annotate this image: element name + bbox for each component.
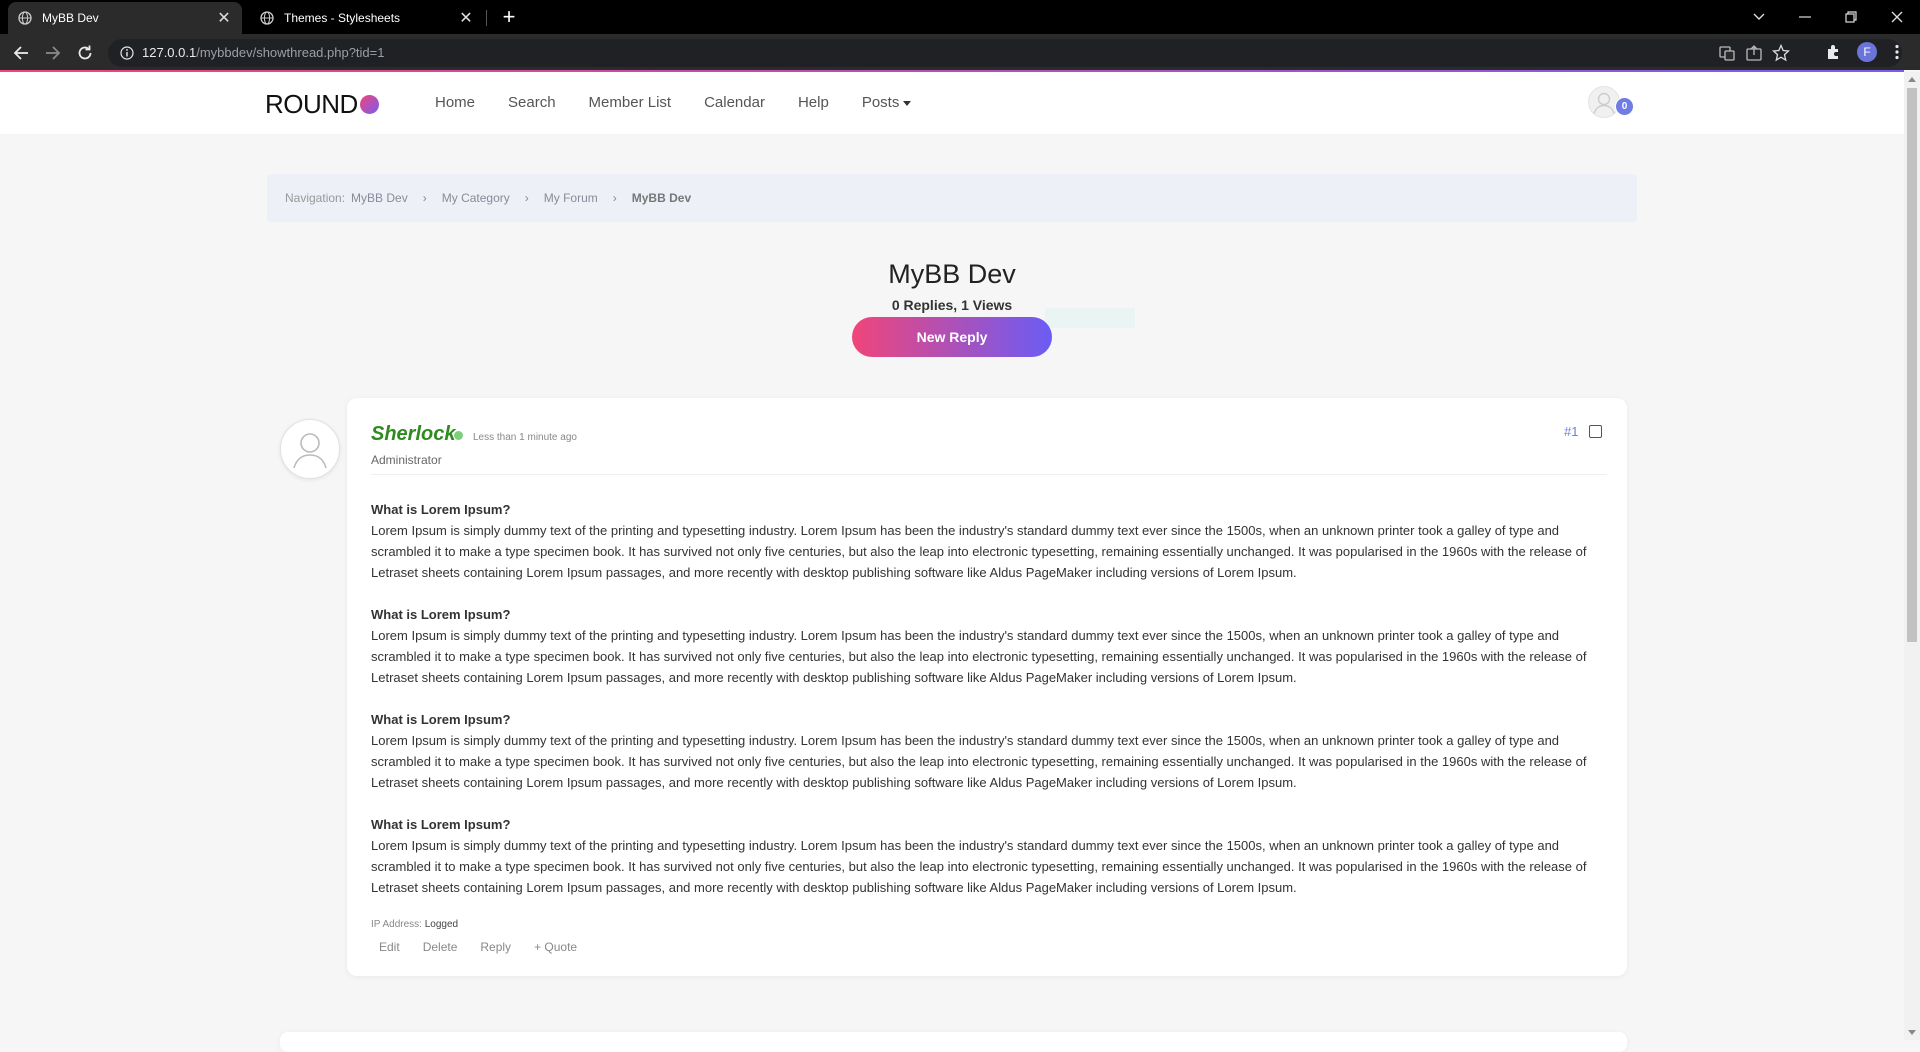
online-status-icon bbox=[454, 431, 463, 440]
post-body: What is Lorem Ipsum? Lorem Ipsum is simp… bbox=[371, 499, 1611, 919]
extensions-icon[interactable] bbox=[1825, 43, 1843, 61]
ip-label: IP Address: bbox=[371, 919, 422, 930]
globe-icon bbox=[260, 11, 274, 25]
post-text: Lorem Ipsum is simply dummy text of the … bbox=[371, 733, 1587, 790]
breadcrumb-separator: › bbox=[524, 191, 529, 205]
post-text: Lorem Ipsum is simply dummy text of the … bbox=[371, 838, 1587, 895]
notification-badge[interactable]: 0 bbox=[1615, 97, 1634, 116]
breadcrumb-item[interactable]: My Forum bbox=[544, 191, 598, 205]
post-paragraph: What is Lorem Ipsum? Lorem Ipsum is simp… bbox=[371, 604, 1611, 688]
profile-avatar[interactable]: F bbox=[1857, 42, 1877, 62]
tab-title: Themes - Stylesheets bbox=[284, 11, 401, 25]
tab-mybb-dev[interactable]: MyBB Dev ✕ bbox=[8, 2, 242, 34]
scroll-down-icon[interactable] bbox=[1908, 1030, 1916, 1035]
breadcrumb-item[interactable]: MyBB Dev bbox=[351, 191, 408, 205]
post-heading: What is Lorem Ipsum? bbox=[371, 712, 511, 727]
scroll-up-icon[interactable] bbox=[1908, 77, 1916, 82]
browser-tab-bar: MyBB Dev ✕ Themes - Stylesheets ✕ + bbox=[0, 0, 1920, 34]
post-card: Sherlock Less than 1 minute ago Administ… bbox=[347, 398, 1627, 976]
logo-text: ROUND bbox=[265, 89, 358, 119]
main-nav: Home Search Member List Calendar Help Po… bbox=[435, 94, 944, 111]
post-heading: What is Lorem Ipsum? bbox=[371, 817, 511, 832]
caret-down-icon bbox=[903, 100, 912, 106]
nav-search[interactable]: Search bbox=[508, 94, 556, 111]
reload-icon[interactable] bbox=[75, 43, 95, 63]
reply-button[interactable]: Reply bbox=[480, 940, 511, 954]
tab-search-icon[interactable] bbox=[1736, 0, 1782, 34]
minimize-icon[interactable] bbox=[1782, 0, 1828, 34]
nav-home[interactable]: Home bbox=[435, 94, 475, 111]
browser-toolbar: 127.0.0.1/mybbdev/showthread.php?tid=1 F bbox=[0, 34, 1920, 70]
scrollbar-thumb[interactable] bbox=[1907, 88, 1917, 642]
post-select-checkbox[interactable] bbox=[1589, 425, 1602, 438]
post-heading: What is Lorem Ipsum? bbox=[371, 607, 511, 622]
address-bar[interactable]: 127.0.0.1/mybbdev/showthread.php?tid=1 bbox=[108, 39, 1902, 67]
quote-button[interactable]: + Quote bbox=[534, 940, 577, 954]
thread-title: MyBB Dev bbox=[888, 259, 1016, 289]
ip-value: Logged bbox=[424, 919, 459, 930]
share-icon[interactable] bbox=[1745, 44, 1763, 62]
site-logo[interactable]: ROUND bbox=[265, 89, 379, 120]
forward-icon[interactable] bbox=[43, 43, 63, 63]
default-user-icon bbox=[293, 433, 327, 469]
delete-button[interactable]: Delete bbox=[423, 940, 458, 954]
close-tab-icon[interactable]: ✕ bbox=[216, 8, 232, 28]
restore-icon[interactable] bbox=[1828, 0, 1874, 34]
thread-stats: 0 Replies, 1 Views bbox=[891, 297, 1013, 313]
globe-icon bbox=[18, 11, 32, 25]
breadcrumb-separator: › bbox=[612, 191, 617, 205]
breadcrumb-item[interactable]: My Category bbox=[442, 191, 510, 205]
post-author-avatar[interactable] bbox=[280, 419, 340, 479]
breadcrumb-separator: › bbox=[422, 191, 427, 205]
next-panel bbox=[280, 1032, 1627, 1052]
post-text: Lorem Ipsum is simply dummy text of the … bbox=[371, 523, 1587, 580]
nav-help[interactable]: Help bbox=[798, 94, 829, 111]
post-divider bbox=[371, 474, 1607, 475]
close-tab-icon[interactable]: ✕ bbox=[458, 8, 474, 28]
breadcrumb-current: MyBB Dev bbox=[631, 191, 692, 205]
post-paragraph: What is Lorem Ipsum? Lorem Ipsum is simp… bbox=[371, 709, 1611, 793]
url-path: /mybbdev/showthread.php?tid=1 bbox=[196, 45, 385, 60]
close-window-icon[interactable] bbox=[1874, 0, 1920, 34]
edit-button[interactable]: Edit bbox=[379, 940, 400, 954]
breadcrumb: Navigation: MyBB Dev › My Category › My … bbox=[267, 174, 1637, 222]
url-text: 127.0.0.1/mybbdev/showthread.php?tid=1 bbox=[142, 45, 384, 60]
post-number-link[interactable]: #1 bbox=[1564, 424, 1578, 439]
nav-member-list[interactable]: Member List bbox=[589, 94, 672, 111]
new-reply-button[interactable]: New Reply bbox=[852, 317, 1052, 357]
menu-dots-icon[interactable] bbox=[1888, 43, 1906, 61]
nav-posts-dropdown[interactable]: Posts bbox=[862, 94, 912, 111]
site-info-icon[interactable] bbox=[120, 46, 134, 60]
bookmark-star-icon[interactable] bbox=[1772, 44, 1790, 62]
post-paragraph: What is Lorem Ipsum? Lorem Ipsum is simp… bbox=[371, 814, 1611, 898]
new-tab-icon[interactable]: + bbox=[498, 6, 520, 28]
post-time: Less than 1 minute ago bbox=[473, 432, 577, 443]
post-ip-address: IP Address: Logged bbox=[371, 919, 458, 930]
default-user-icon bbox=[1593, 92, 1615, 115]
url-host: 127.0.0.1 bbox=[142, 45, 197, 60]
tab-themes-stylesheets[interactable]: Themes - Stylesheets ✕ bbox=[250, 2, 484, 34]
nav-calendar[interactable]: Calendar bbox=[704, 94, 765, 111]
logo-dot bbox=[359, 95, 379, 114]
post-text: Lorem Ipsum is simply dummy text of the … bbox=[371, 628, 1587, 685]
breadcrumb-label: Navigation: bbox=[285, 191, 346, 205]
nav-posts-label: Posts bbox=[861, 94, 900, 111]
tab-title: MyBB Dev bbox=[42, 11, 99, 25]
post-paragraph: What is Lorem Ipsum? Lorem Ipsum is simp… bbox=[371, 499, 1611, 583]
post-author-role: Administrator bbox=[371, 453, 442, 467]
post-heading: What is Lorem Ipsum? bbox=[371, 502, 511, 517]
translate-icon[interactable] bbox=[1718, 44, 1736, 62]
post-author-name[interactable]: Sherlock bbox=[371, 423, 455, 446]
site-header: ROUND Home Search Member List Calendar H… bbox=[0, 72, 1904, 134]
page-scrollbar[interactable] bbox=[1904, 72, 1920, 1040]
post-actions: Edit Delete Reply + Quote bbox=[371, 940, 592, 954]
back-icon[interactable] bbox=[11, 43, 31, 63]
tab-separator bbox=[486, 10, 487, 26]
